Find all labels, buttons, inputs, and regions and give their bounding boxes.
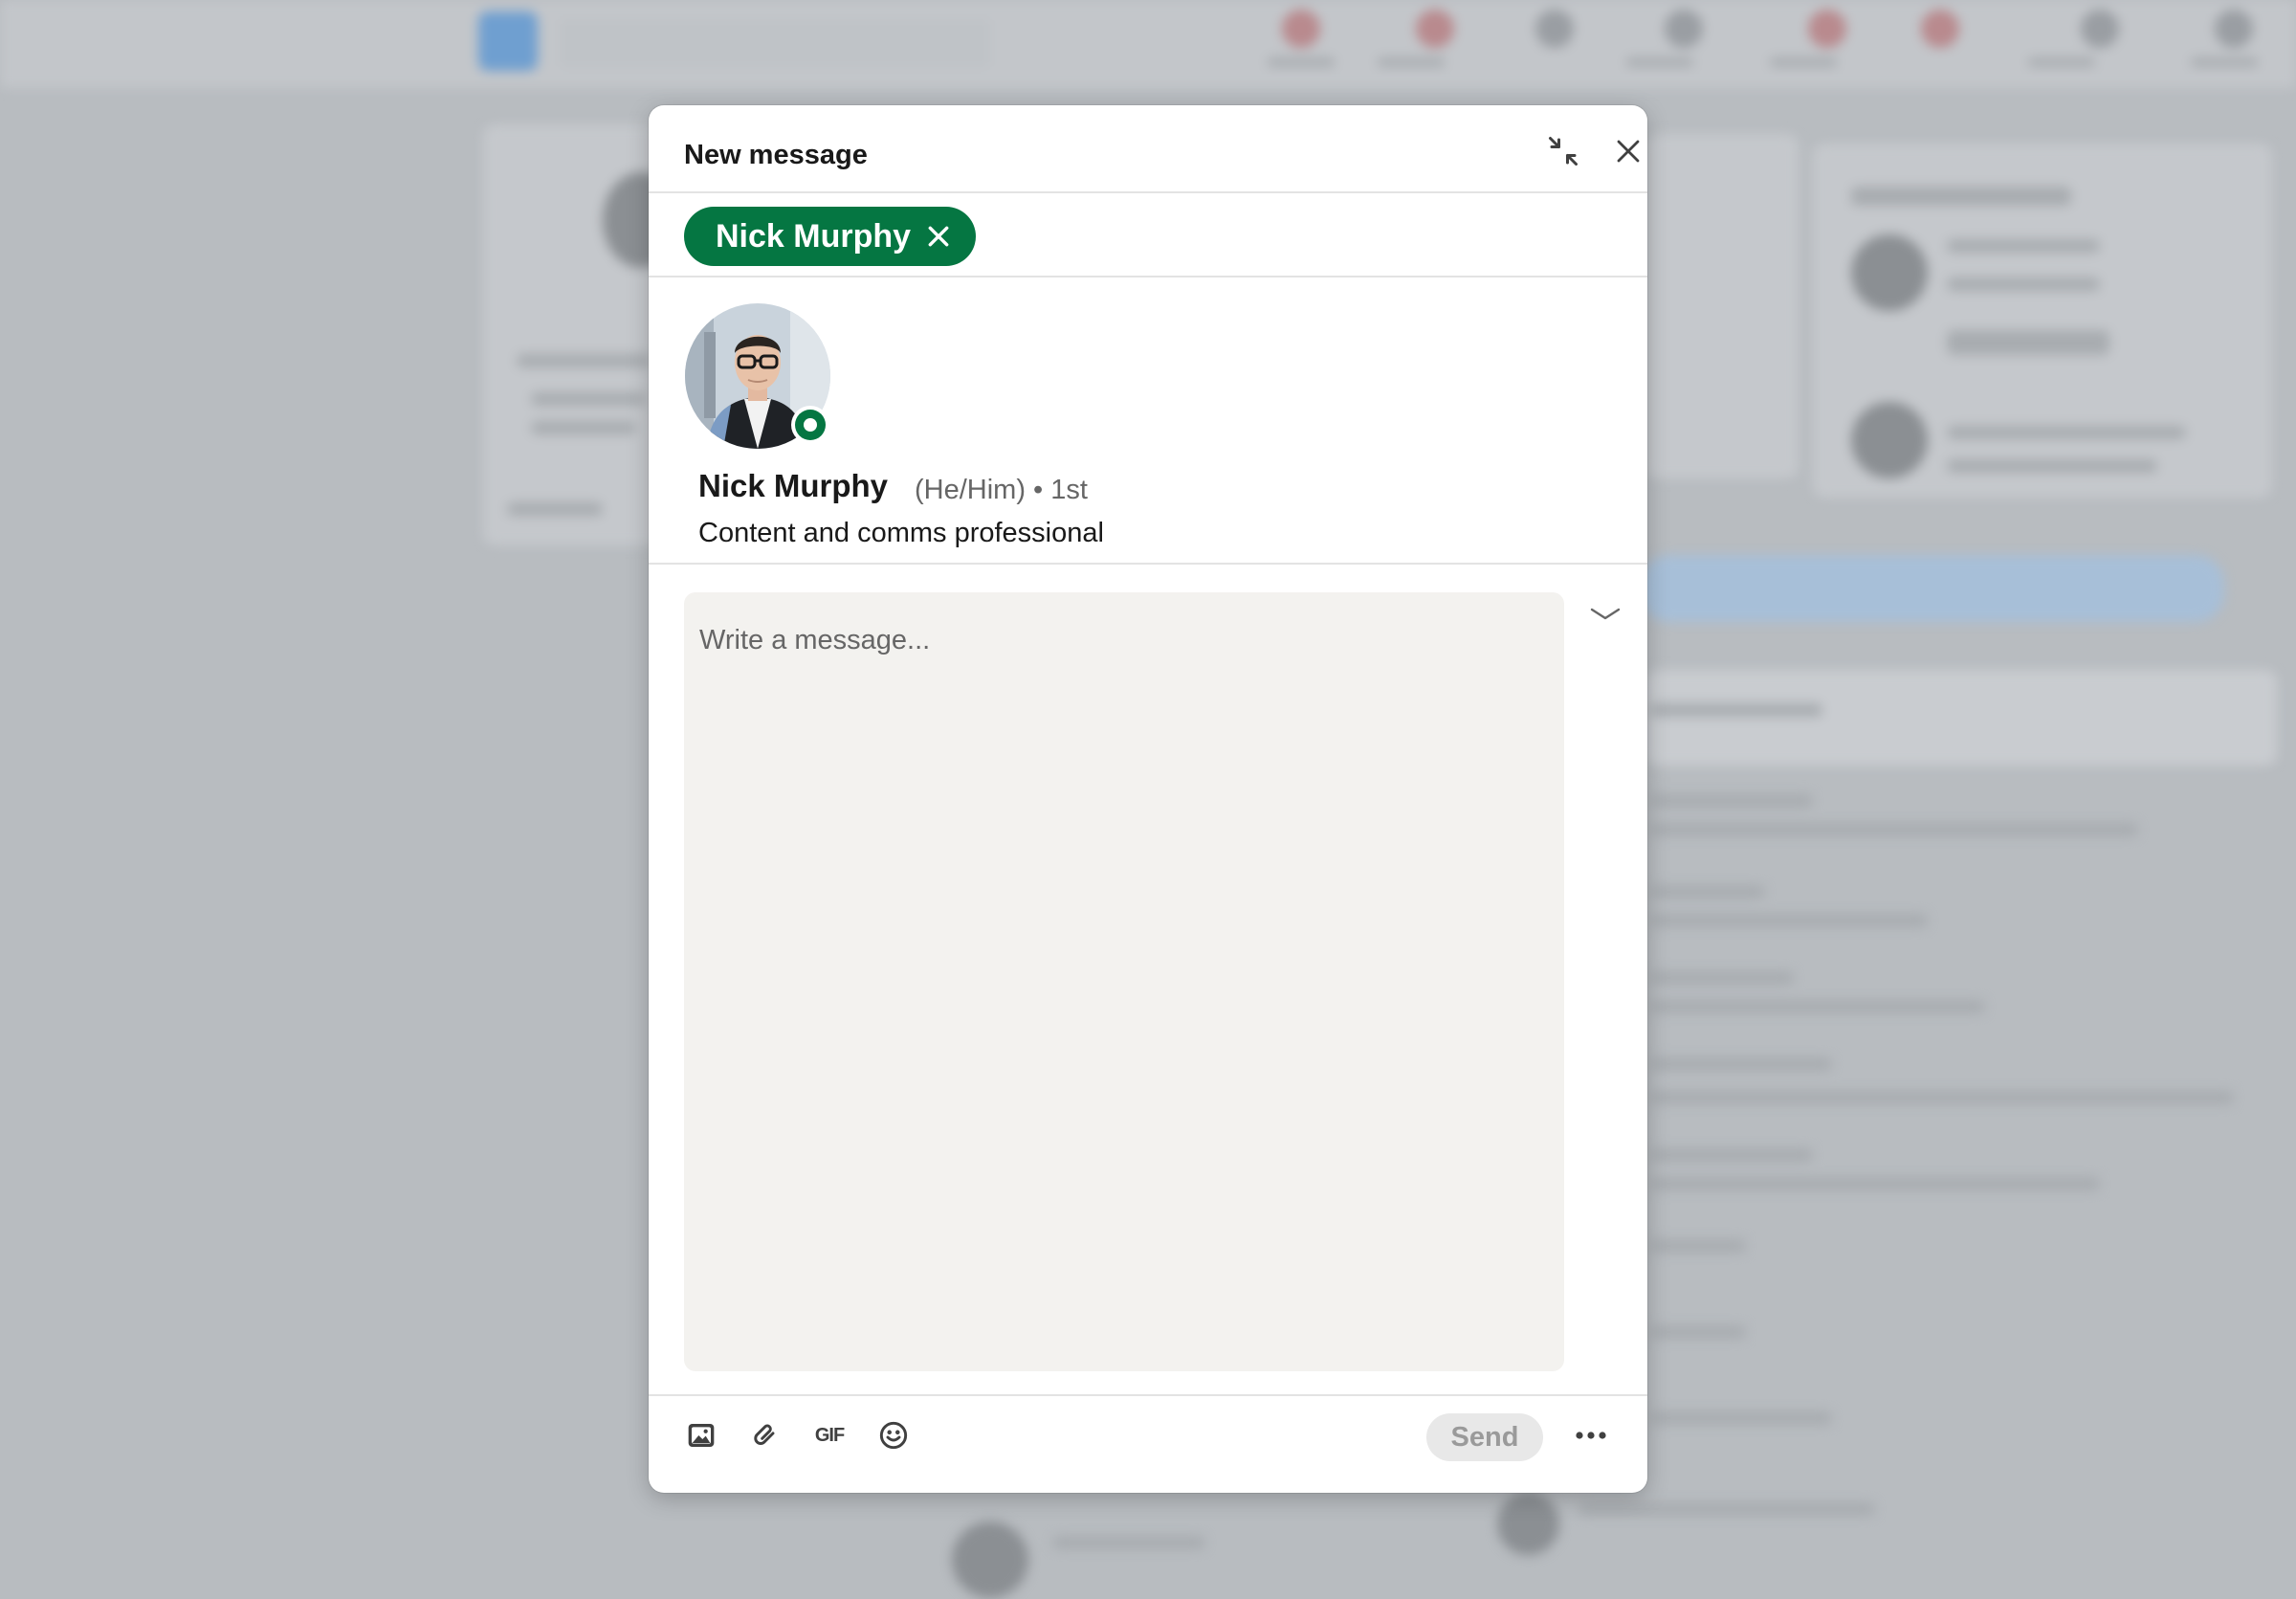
background-line — [1650, 1411, 1832, 1425]
background-line — [507, 502, 603, 516]
background-avatar — [1851, 402, 1928, 478]
background-line — [531, 421, 636, 434]
background-nav-text — [1378, 57, 1445, 67]
gif-button[interactable]: GIF — [803, 1409, 856, 1462]
background-avatar — [1497, 1493, 1559, 1555]
background-line — [1947, 239, 2100, 253]
background-nav-icon — [1665, 10, 1703, 48]
background-line — [1650, 1057, 1832, 1071]
background-line — [1650, 823, 2138, 836]
profile-headline: Content and comms professional — [698, 518, 1104, 548]
background-line — [1851, 187, 2071, 206]
background-line — [517, 354, 651, 367]
paperclip-icon[interactable] — [739, 1409, 792, 1462]
background-nav-icon — [1282, 10, 1320, 48]
background-list-row — [1645, 670, 2277, 766]
background-search-pill — [1641, 555, 2224, 622]
background-nav-text — [1770, 57, 1837, 67]
background-line — [1650, 1239, 1746, 1253]
image-icon[interactable] — [674, 1409, 728, 1462]
background-nav-icon — [2215, 10, 2253, 48]
background-line — [1650, 703, 1822, 717]
background-line — [531, 392, 646, 406]
background-line — [1650, 971, 1794, 985]
background-nav-text — [1268, 57, 1335, 67]
recipient-pill[interactable]: Nick Murphy — [684, 207, 977, 266]
background-nav-text — [2191, 57, 2258, 67]
background-line — [1650, 1148, 1813, 1162]
background-line — [1052, 1536, 1205, 1549]
dialog-title: New message — [684, 140, 868, 170]
gif-label: GIF — [814, 1424, 845, 1446]
profile-pronouns-degree: (He/Him) • 1st — [915, 475, 1088, 505]
footer-divider — [649, 1394, 1647, 1396]
background-nav-icon — [1535, 10, 1574, 48]
background-line — [1650, 914, 1928, 927]
background-line — [1578, 1502, 1875, 1516]
send-button[interactable]: Send — [1426, 1413, 1543, 1461]
background-nav-icon — [1921, 10, 1959, 48]
ellipsis-icon[interactable] — [1564, 1411, 1618, 1459]
emoji-icon[interactable] — [867, 1409, 920, 1462]
background-card — [1645, 134, 1799, 478]
profile-name[interactable]: Nick Murphy — [698, 468, 888, 504]
background-avatar — [1851, 234, 1928, 311]
background-nav-icon — [2081, 10, 2119, 48]
background-line — [1650, 1177, 2100, 1190]
background-nav-text — [2028, 57, 2095, 67]
background-nav-icon — [1416, 10, 1454, 48]
background-nav-icon — [1808, 10, 1846, 48]
dialog-header: New message — [649, 105, 1647, 193]
background-nav-text — [1626, 57, 1693, 67]
background-line — [1947, 459, 2157, 473]
background-search — [560, 19, 990, 67]
background-line — [1947, 278, 2100, 291]
recipient-pill-label: Nick Murphy — [716, 217, 912, 255]
background-logo — [478, 11, 538, 71]
close-icon[interactable] — [1601, 124, 1647, 178]
background-line — [1947, 330, 2109, 355]
background-line — [1650, 794, 1813, 808]
background-line — [1650, 1000, 1985, 1013]
minimize-arrows-icon[interactable] — [1536, 124, 1590, 178]
remove-x-icon[interactable] — [926, 224, 951, 249]
background-avatar — [952, 1521, 1028, 1598]
background-line — [1650, 885, 1765, 899]
message-input[interactable]: Write a message... — [684, 592, 1564, 1371]
background-line — [1650, 1325, 1746, 1339]
background-line — [1947, 426, 2186, 439]
chevron-down-icon[interactable] — [1584, 593, 1626, 635]
background-line — [1650, 1091, 2234, 1104]
online-status-icon — [791, 406, 829, 444]
